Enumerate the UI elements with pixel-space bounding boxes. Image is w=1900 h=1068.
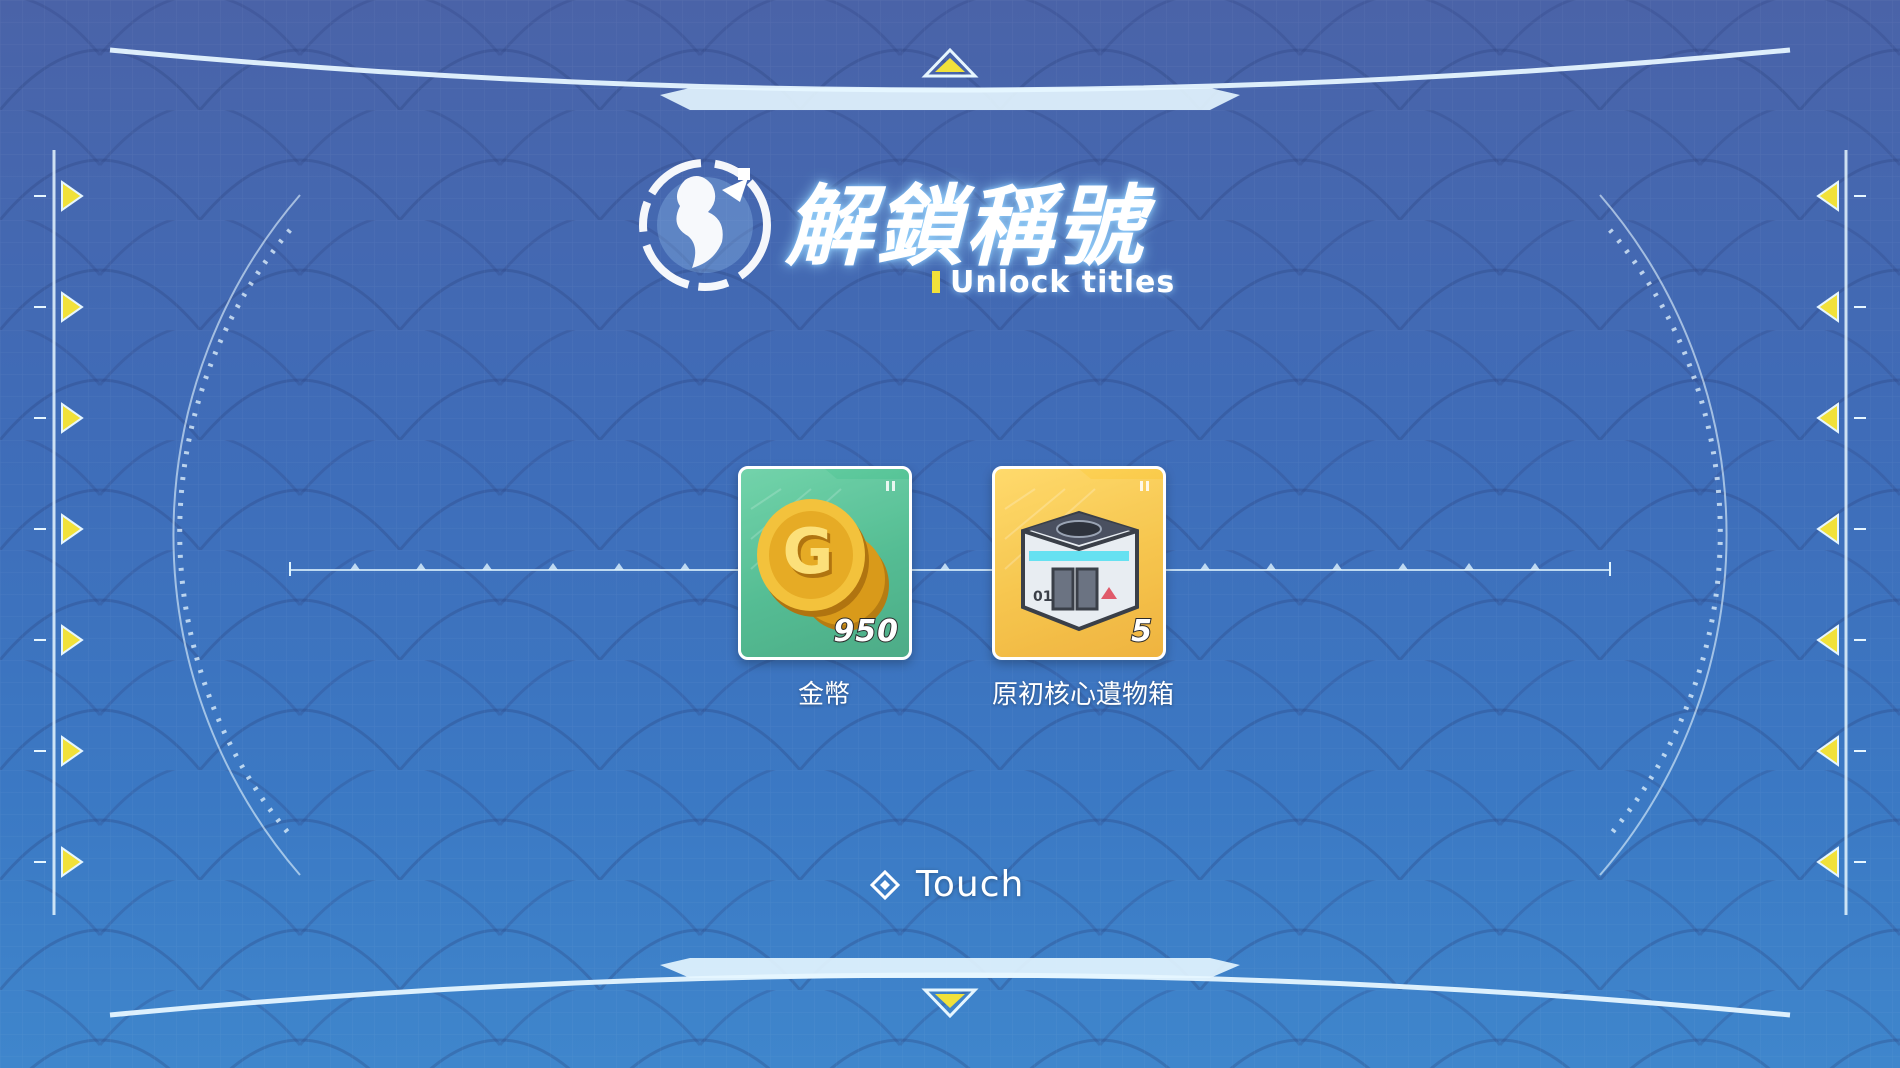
character-emblem-icon: [639, 159, 771, 291]
card-pips: [886, 481, 895, 491]
svg-text:01: 01: [1033, 589, 1052, 605]
touch-to-continue[interactable]: Touch: [870, 864, 1024, 905]
touch-label: Touch: [916, 864, 1025, 905]
reward-name: 原初核心遺物箱: [992, 680, 1175, 710]
subtitle: Unlock titles: [932, 262, 1175, 302]
card-pips: [1140, 481, 1149, 491]
reward-quantity: 950: [832, 613, 899, 650]
subtitle-accent-bar: [932, 271, 940, 293]
reward-card[interactable]: 01 5: [992, 466, 1166, 660]
reward-quantity: 5: [1130, 613, 1153, 650]
subtitle-text: Unlock titles: [950, 264, 1176, 300]
reward-name: 金幣: [797, 680, 850, 710]
svg-text:G: G: [783, 515, 834, 588]
reward-item-gold[interactable]: G G 950 金幣: [738, 466, 912, 711]
title-block: 解鎖稱號 Unlock titles: [630, 150, 1190, 310]
reward-item-relic-box[interactable]: 01 5 原初核心遺物箱: [992, 466, 1175, 711]
reward-card[interactable]: G G 950: [738, 466, 912, 660]
diamond-icon: [870, 869, 900, 900]
